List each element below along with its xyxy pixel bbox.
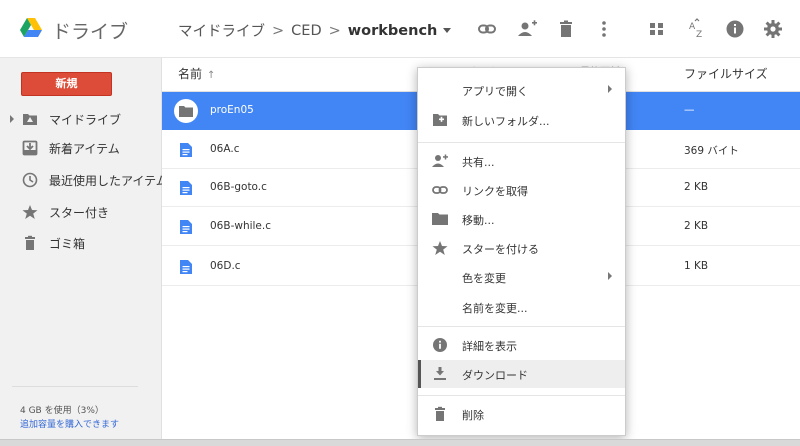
- column-header-size[interactable]: ファイルサイズ: [684, 65, 768, 82]
- menu-item-label: 詳細を表示: [462, 340, 517, 353]
- window-bottom-edge: [0, 439, 800, 446]
- sidebar-item-incoming[interactable]: 新着アイテム: [0, 135, 162, 161]
- sidebar-item-recent[interactable]: 最近使用したアイテム: [0, 167, 168, 193]
- sidebar-item-starred[interactable]: スター付き: [0, 199, 162, 225]
- trash-icon[interactable]: [555, 18, 577, 40]
- menu-item-label: ダウンロード: [462, 369, 528, 382]
- file-size: 369 バイト: [684, 145, 739, 157]
- file-name: 06A.c: [210, 143, 240, 155]
- document-icon: [180, 181, 192, 195]
- folder-icon-wrapper: [174, 99, 198, 123]
- sidebar-item-label: マイドライブ: [49, 112, 122, 127]
- context-menu: アプリで開く 新しいフォルダ... 共有... リンクを取得 移動... スター…: [417, 67, 626, 436]
- menu-item-rename[interactable]: 名前を変更...: [418, 293, 625, 321]
- menu-item-label: 削除: [462, 409, 484, 422]
- menu-item-label: 共有...: [462, 156, 495, 169]
- app-title[interactable]: ドライブ: [52, 17, 128, 44]
- sidebar-item-trash[interactable]: ゴミ箱: [0, 230, 162, 256]
- sidebar: 新規 マイドライブ 新着アイテム 最近使用したアイテム スター付き ゴミ箱 4 …: [0, 58, 168, 439]
- trash-icon: [435, 406, 445, 421]
- sort-az-icon[interactable]: A Z: [686, 18, 708, 40]
- menu-item-label: 名前を変更...: [462, 302, 528, 315]
- new-button[interactable]: 新規: [21, 72, 112, 96]
- sidebar-item-label: 新着アイテム: [49, 141, 120, 156]
- storage-usage-text: 4 GB を使用（3%）: [20, 406, 104, 416]
- breadcrumb-item-ced[interactable]: CED: [291, 23, 321, 39]
- file-name: proEn05: [210, 104, 254, 116]
- folder-icon: [179, 106, 193, 117]
- file-name: 06B-while.c: [210, 220, 272, 232]
- menu-item-label: 移動...: [462, 214, 495, 227]
- svg-text:Z: Z: [696, 30, 702, 40]
- file-size: 2 KB: [684, 181, 709, 193]
- more-vert-icon[interactable]: [593, 18, 615, 40]
- menu-item-label: アプリで開く: [462, 85, 528, 98]
- menu-item-delete[interactable]: 削除: [418, 400, 625, 428]
- link-icon: [432, 186, 448, 194]
- clock-icon: [22, 172, 38, 188]
- sidebar-item-label: ゴミ箱: [49, 236, 86, 251]
- breadcrumb-item-my-drive[interactable]: マイドライブ: [178, 20, 265, 41]
- link-icon[interactable]: [476, 18, 498, 40]
- document-icon: [180, 220, 192, 234]
- settings-icon[interactable]: [762, 18, 784, 40]
- grid-view-icon[interactable]: [646, 18, 668, 40]
- menu-item-label: 新しいフォルダ...: [462, 115, 550, 128]
- trash-icon: [25, 235, 35, 250]
- menu-item-label: 色を変更: [462, 272, 506, 285]
- sort-ascending-icon[interactable]: ↑: [207, 70, 215, 81]
- menu-divider: [418, 326, 625, 327]
- menu-item-move[interactable]: 移動...: [418, 205, 625, 233]
- breadcrumb-separator: >: [328, 22, 341, 39]
- document-icon: [180, 260, 192, 274]
- menu-divider: [418, 142, 625, 143]
- menu-item-view-details[interactable]: 詳細を表示: [418, 331, 625, 359]
- buy-storage-link[interactable]: 追加容量を購入できます: [20, 417, 119, 430]
- sidebar-item-label: 最近使用したアイテム: [49, 173, 168, 188]
- chevron-right-icon: [608, 272, 612, 280]
- star-icon: [22, 205, 38, 219]
- new-folder-icon: [433, 114, 447, 126]
- chevron-down-icon[interactable]: [443, 28, 452, 33]
- breadcrumb-separator: >: [272, 22, 285, 39]
- column-header-name[interactable]: 名前 ↑: [178, 65, 215, 82]
- menu-item-download[interactable]: ダウンロード: [418, 360, 625, 388]
- top-bar: ドライブ マイドライブ > CED > workbench A Z: [0, 0, 800, 58]
- svg-text:A: A: [689, 22, 696, 32]
- download-icon: [434, 367, 446, 380]
- add-person-icon[interactable]: [516, 18, 538, 40]
- chevron-right-icon: [608, 85, 612, 93]
- divider: [12, 386, 138, 387]
- sidebar-item-label: スター付き: [49, 205, 110, 220]
- sidebar-item-my-drive[interactable]: マイドライブ: [0, 106, 162, 132]
- menu-item-open-with[interactable]: アプリで開く: [418, 76, 625, 104]
- info-icon[interactable]: [724, 18, 746, 40]
- menu-item-label: リンクを取得: [462, 185, 528, 198]
- breadcrumb-item-current[interactable]: workbench: [348, 23, 438, 39]
- menu-item-add-star[interactable]: スターを付ける: [418, 234, 625, 262]
- breadcrumb: マイドライブ > CED > workbench: [178, 20, 452, 41]
- share-person-icon: [432, 154, 448, 167]
- file-name: 06B-goto.c: [210, 181, 267, 193]
- file-name: 06D.c: [210, 260, 241, 272]
- menu-item-new-folder[interactable]: 新しいフォルダ...: [418, 106, 625, 134]
- document-icon: [180, 143, 192, 157]
- folder-icon: [432, 213, 448, 225]
- star-icon: [432, 241, 448, 255]
- chevron-right-icon[interactable]: [10, 115, 14, 123]
- file-size: 2 KB: [684, 220, 709, 232]
- column-name-label: 名前: [178, 67, 203, 81]
- my-drive-icon: [23, 114, 37, 125]
- info-icon: [433, 338, 447, 352]
- menu-item-label: スターを付ける: [462, 243, 539, 256]
- file-size: 1 KB: [684, 260, 709, 272]
- menu-item-change-color[interactable]: 色を変更: [418, 263, 625, 291]
- file-size: —: [684, 104, 695, 116]
- menu-divider: [418, 395, 625, 396]
- drive-logo-icon[interactable]: [20, 18, 42, 38]
- menu-item-share[interactable]: 共有...: [418, 147, 625, 175]
- menu-item-get-link[interactable]: リンクを取得: [418, 176, 625, 204]
- incoming-icon: [22, 140, 38, 156]
